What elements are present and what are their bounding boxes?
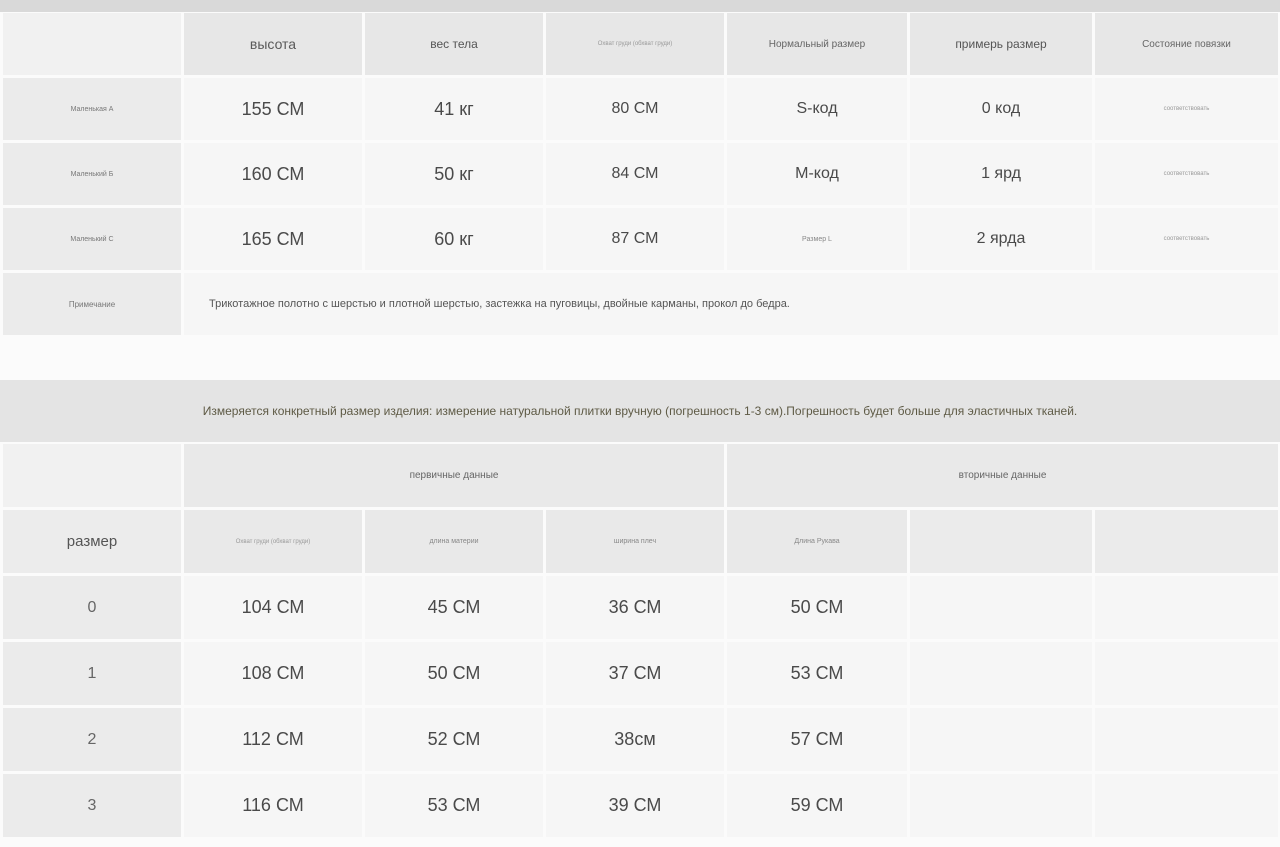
weight-value: 50 кг (365, 143, 543, 205)
length-value: 50 СМ (365, 642, 543, 705)
table-row: 1 108 СМ 50 СМ 37 СМ 53 СМ (3, 642, 1279, 705)
try-size-value: 0 код (910, 78, 1092, 140)
shoulder-value: 39 СМ (546, 774, 725, 837)
table-row: Маленький Б 160 СМ 50 кг 84 СМ М-код 1 я… (3, 143, 1278, 205)
empty-cell (1095, 774, 1279, 837)
sleeve-value: 50 СМ (727, 576, 908, 639)
length-value: 52 СМ (365, 708, 543, 771)
weight-value: 60 кг (365, 208, 543, 270)
empty-cell (1095, 708, 1279, 771)
sleeve-value: 57 СМ (727, 708, 908, 771)
header-try-size: примерь размер (910, 13, 1092, 75)
table-row: 3 116 СМ 53 СМ 39 СМ 59 СМ (3, 774, 1279, 837)
table-row: Маленький С 165 СМ 60 кг 87 СМ Размер L … (3, 208, 1278, 270)
empty-cell (1095, 576, 1279, 639)
height-value: 165 СМ (184, 208, 362, 270)
chest-value: 112 СМ (184, 708, 362, 771)
header-bandage-status: Состояние повязки (1095, 13, 1278, 75)
shoulder-value: 38см (546, 708, 725, 771)
row-label: Маленькая А (3, 78, 181, 140)
shoulder-value: 37 СМ (546, 642, 725, 705)
note-label: Примечание (3, 273, 181, 335)
sleeve-value: 53 СМ (727, 642, 908, 705)
table-row: 2 112 СМ 52 СМ 38см 57 СМ (3, 708, 1279, 771)
header-weight: вес тела (365, 13, 543, 75)
status-value: соответствовать (1095, 143, 1278, 205)
header-chest: Охват груди (обхват груди) (546, 13, 724, 75)
normal-size-value: S-код (727, 78, 907, 140)
weight-value: 41 кг (365, 78, 543, 140)
empty-cell (910, 576, 1093, 639)
empty-cell (910, 708, 1093, 771)
try-size-value: 1 ярд (910, 143, 1092, 205)
empty-cell (910, 774, 1093, 837)
size-column-header: размер (3, 510, 181, 573)
row-label: Маленький С (3, 208, 181, 270)
header-empty-cell (3, 13, 181, 75)
body-size-header-row: высота вес тела Охват груди (обхват груд… (3, 13, 1278, 75)
try-size-value: 2 ярда (910, 208, 1092, 270)
size-index: 2 (3, 708, 181, 771)
chest-value: 104 СМ (184, 576, 362, 639)
header-sleeve: Длина Рукава (727, 510, 908, 573)
chest-value: 108 СМ (184, 642, 362, 705)
row-label: Маленький Б (3, 143, 181, 205)
header-empty-2 (1095, 510, 1279, 573)
status-value: соответствовать (1095, 208, 1278, 270)
status-value: соответствовать (1095, 78, 1278, 140)
height-value: 155 СМ (184, 78, 362, 140)
header-length: длина материи (365, 510, 543, 573)
table-row: Маленькая А 155 СМ 41 кг 80 СМ S-код 0 к… (3, 78, 1278, 140)
chest-value: 87 СМ (546, 208, 724, 270)
table-row: 0 104 СМ 45 СМ 36 СМ 50 СМ (3, 576, 1279, 639)
size-chart-page: высота вес тела Охват груди (обхват груд… (0, 0, 1280, 847)
garment-measure-table: первичные данные вторичные данные размер… (0, 441, 1280, 840)
size-index: 3 (3, 774, 181, 837)
header-chest: Охват груди (обхват груди) (184, 510, 362, 573)
shoulder-value: 36 СМ (546, 576, 725, 639)
chest-value: 84 СМ (546, 143, 724, 205)
note-text: Трикотажное полотно с шерстью и плотной … (184, 273, 1278, 335)
header-shoulder: ширина плеч (546, 510, 725, 573)
group-header-row: первичные данные вторичные данные (3, 444, 1279, 507)
size-index: 0 (3, 576, 181, 639)
measurement-banner: Измеряется конкретный размер изделия: из… (0, 380, 1280, 442)
height-value: 160 СМ (184, 143, 362, 205)
empty-cell (910, 642, 1093, 705)
header-normal-size: Нормальный размер (727, 13, 907, 75)
normal-size-value: М-код (727, 143, 907, 205)
empty-cell (1095, 642, 1279, 705)
header-height: высота (184, 13, 362, 75)
group-primary-data: первичные данные (184, 444, 725, 507)
column-header-row: размер Охват груди (обхват груди) длина … (3, 510, 1279, 573)
chest-value: 80 СМ (546, 78, 724, 140)
chest-value: 116 СМ (184, 774, 362, 837)
normal-size-value: Размер L (727, 208, 907, 270)
size-index: 1 (3, 642, 181, 705)
sleeve-value: 59 СМ (727, 774, 908, 837)
body-size-table: высота вес тела Охват груди (обхват груд… (0, 10, 1280, 338)
header-empty-1 (910, 510, 1093, 573)
length-value: 45 СМ (365, 576, 543, 639)
group-secondary-data: вторичные данные (727, 444, 1279, 507)
group-empty-cell (3, 444, 181, 507)
length-value: 53 СМ (365, 774, 543, 837)
note-row: Примечание Трикотажное полотно с шерстью… (3, 273, 1278, 335)
